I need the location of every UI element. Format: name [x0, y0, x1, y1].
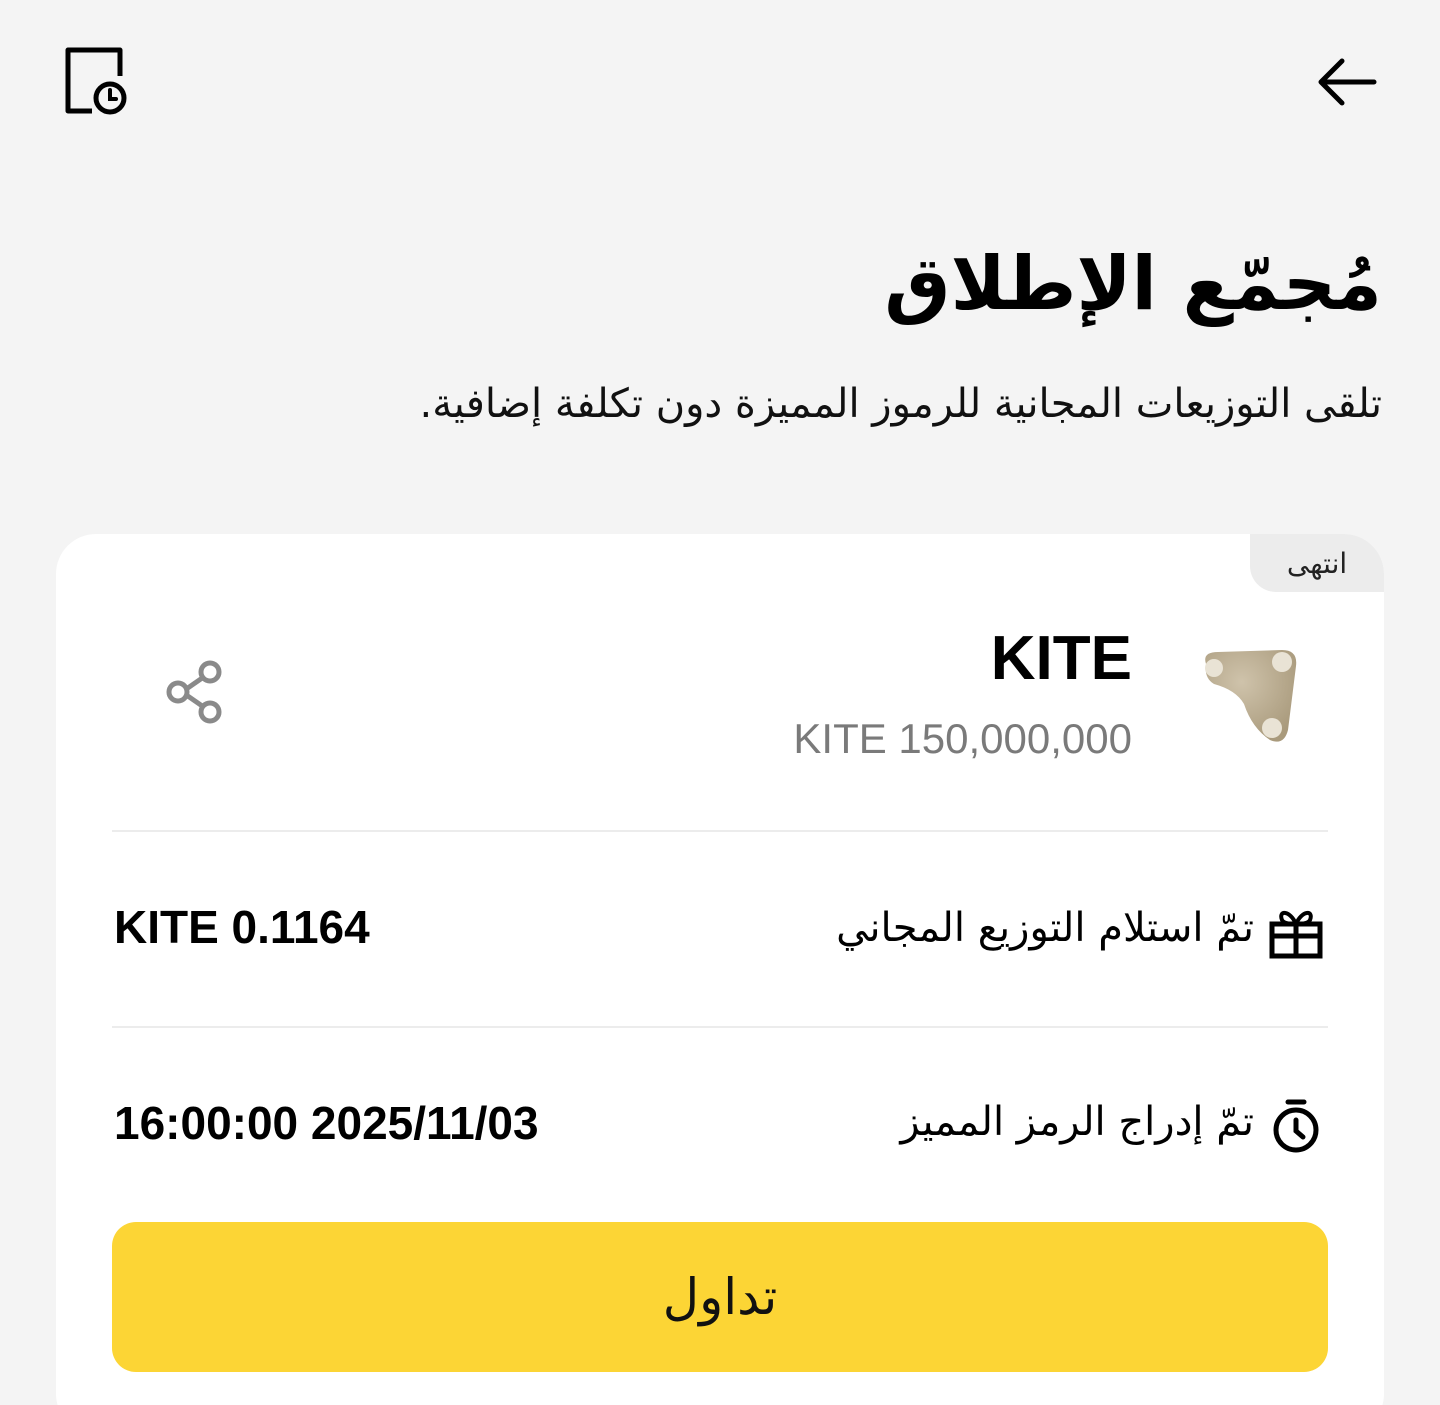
- trade-button[interactable]: تداول: [112, 1222, 1328, 1372]
- divider: [112, 1026, 1328, 1028]
- status-badge: انتهى: [1250, 534, 1384, 592]
- airdrop-received-label: تمّ استلام التوزيع المجاني: [836, 905, 1254, 951]
- token-listed-label: تمّ إدراج الرمز المميز: [900, 1099, 1254, 1145]
- launchpool-card[interactable]: انتهى KITE KITE 150,000,000 تمّ استلام ا…: [56, 534, 1384, 1405]
- gift-icon: [1266, 902, 1326, 962]
- share-icon: [166, 660, 222, 724]
- share-button[interactable]: [162, 658, 230, 726]
- stopwatch-icon: [1266, 1096, 1326, 1156]
- launchpool-page: مُجمّع الإطلاق تلقى التوزيعات المجانية ل…: [0, 0, 1440, 1405]
- arrow-left-icon: [1318, 58, 1377, 106]
- document-clock-icon: [65, 47, 127, 115]
- page-title: مُجمّع الإطلاق: [884, 241, 1382, 327]
- back-button[interactable]: [1312, 52, 1382, 112]
- token-listed-value: 16:00:00 2025/11/03: [114, 1097, 539, 1149]
- page-subtitle: تلقى التوزيعات المجانية للرموز المميزة د…: [419, 381, 1382, 427]
- token-name: KITE: [990, 624, 1132, 693]
- airdrop-received-value: KITE 0.1164: [114, 901, 370, 953]
- token-total-amount: KITE 150,000,000: [793, 715, 1132, 762]
- token-logo: [1192, 640, 1308, 756]
- history-icon-button[interactable]: [62, 44, 132, 118]
- divider: [112, 830, 1328, 832]
